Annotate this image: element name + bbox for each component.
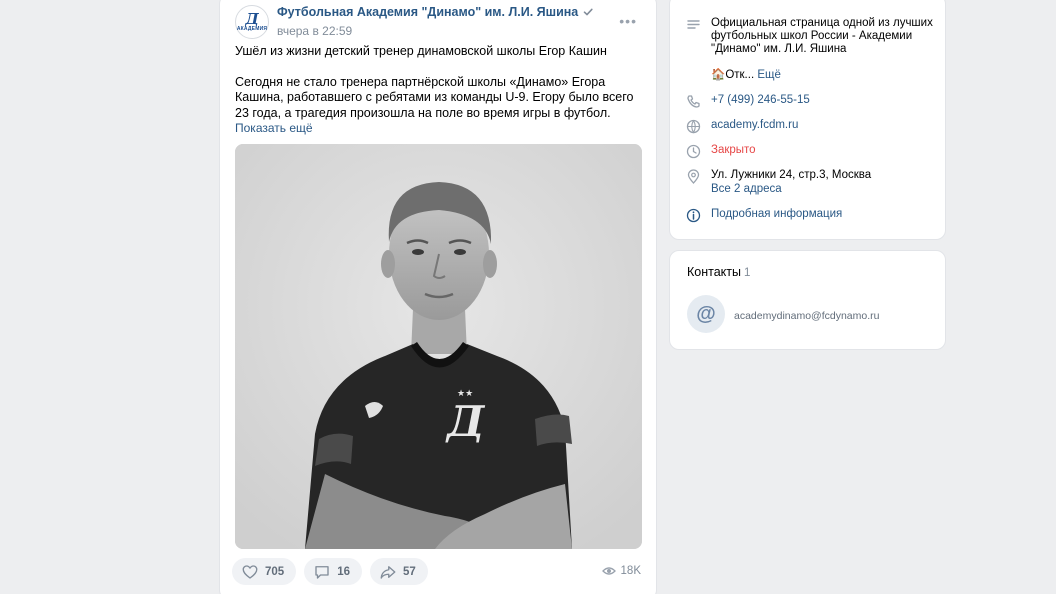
info-address-row: Ул. Лужники 24, стр.3, Москва Все 2 адре… [686, 169, 935, 196]
comment-button[interactable]: 16 [304, 558, 362, 585]
info-website-row: academy.fcdm.ru [686, 119, 935, 134]
avatar-logo-text: АКАДЕМИЯ [236, 26, 268, 32]
author-avatar[interactable]: Д АКАДЕМИЯ [235, 5, 269, 39]
eye-icon [601, 567, 616, 575]
description-preview: 🏠Отк... [711, 69, 755, 81]
contacts-heading[interactable]: Контакты 1 [687, 265, 750, 279]
svg-text:★★: ★★ [457, 389, 473, 399]
website-link[interactable]: academy.fcdm.ru [711, 119, 798, 134]
phone-icon [687, 95, 700, 108]
post-card: Д АКАДЕМИЯ Футбольная Академия "Динамо" … [219, 0, 657, 594]
info-icon [686, 208, 701, 223]
globe-icon [686, 119, 701, 134]
contacts-card: Контакты 1 @ academydinamo@fcdynamo.ru [669, 250, 946, 350]
post-actions: 705 16 57 [232, 558, 428, 585]
post-paragraph-2: Сегодня не стало тренера партнёрской шко… [235, 74, 634, 120]
like-count: 705 [265, 565, 285, 578]
more-options-icon[interactable]: ••• [619, 13, 637, 29]
info-details-row: Подробная информация [686, 208, 935, 223]
post-text: Ушёл из жизни детский тренер динамовской… [235, 44, 645, 137]
view-count: 18K [620, 565, 641, 577]
post-photo[interactable]: Д ★★ [235, 144, 642, 549]
verified-icon [583, 8, 593, 16]
share-icon [380, 565, 396, 579]
address-text: Ул. Лужники 24, стр.3, Москва [711, 169, 872, 181]
svg-text:Д: Д [445, 397, 486, 446]
author-name-link[interactable]: Футбольная Академия "Динамо" им. Л.И. Яш… [277, 5, 593, 19]
community-info-card: Официальная страница одной из лучших фут… [669, 0, 946, 240]
share-button[interactable]: 57 [369, 558, 428, 585]
community-description: Официальная страница одной из лучших фут… [711, 17, 933, 55]
show-more-link[interactable]: Показать ещё [235, 121, 645, 137]
heart-icon [242, 564, 258, 579]
views-counter: 18K [601, 565, 641, 577]
avatar-logo-letter: Д [245, 10, 259, 28]
like-button[interactable]: 705 [232, 558, 297, 585]
description-more-link[interactable]: Ещё [757, 69, 781, 81]
info-hours-row: Закрыто [686, 144, 935, 159]
all-addresses-link[interactable]: Все 2 адреса [711, 183, 871, 196]
text-lines-icon [687, 20, 700, 29]
post-header: Д АКАДЕМИЯ Футбольная Академия "Динамо" … [235, 5, 641, 45]
comment-count: 16 [337, 565, 350, 578]
comment-icon [315, 565, 329, 579]
info-description-row: Официальная страница одной из лучших фут… [686, 17, 935, 82]
clock-icon [686, 144, 701, 159]
contacts-title: Контакты [687, 265, 741, 279]
phone-link[interactable]: +7 (499) 246-55-15 [711, 94, 810, 109]
post-time[interactable]: вчера в 22:59 [277, 24, 352, 38]
status-closed[interactable]: Закрыто [711, 144, 756, 159]
location-pin-icon [687, 169, 700, 184]
coach-portrait-image: Д ★★ [235, 144, 642, 549]
email-avatar-icon[interactable]: @ [687, 295, 725, 333]
share-count: 57 [402, 565, 416, 578]
contacts-count: 1 [744, 267, 751, 279]
info-phone-row: +7 (499) 246-55-15 [686, 94, 935, 109]
details-link[interactable]: Подробная информация [711, 208, 842, 223]
contact-email[interactable]: academydinamo@fcdynamo.ru [734, 310, 879, 322]
author-name: Футбольная Академия "Динамо" им. Л.И. Яш… [277, 5, 579, 19]
post-paragraph-1: Ушёл из жизни детский тренер динамовской… [235, 44, 607, 58]
